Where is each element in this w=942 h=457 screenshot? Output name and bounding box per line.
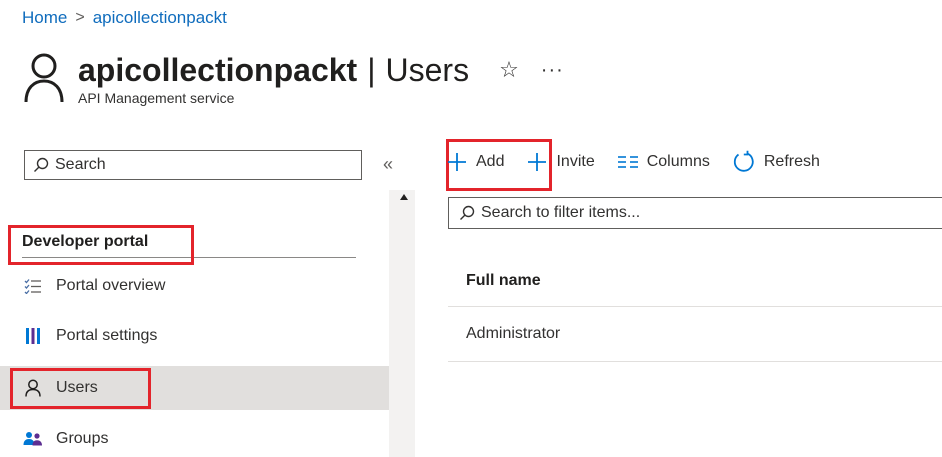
sidebar-search-input[interactable]: Search (24, 150, 362, 180)
breadcrumb: Home > apicollectionpackt (22, 8, 227, 28)
filter-placeholder: Search to filter items... (481, 204, 641, 221)
section-title-developer-portal: Developer portal (22, 233, 149, 250)
sidebar-item-groups[interactable]: Groups (0, 417, 389, 457)
breadcrumb-home[interactable]: Home (22, 8, 67, 28)
command-bar: Add Invite Columns Refresh (446, 150, 842, 174)
search-icon (34, 157, 49, 172)
refresh-icon (733, 150, 754, 172)
more-icon[interactable]: ··· (541, 59, 564, 82)
page-title: apicollectionpackt (78, 52, 358, 88)
checklist-icon (22, 275, 44, 297)
invite-button-label: Invite (556, 153, 595, 170)
plus-icon (448, 153, 466, 171)
columns-icon (617, 156, 638, 168)
collapse-sidebar-button[interactable]: « (383, 154, 393, 175)
scroll-up-arrow-icon[interactable] (400, 194, 408, 200)
sidebar-scrollbar[interactable] (389, 190, 415, 457)
add-button-label: Add (476, 153, 505, 170)
plus-icon (528, 153, 547, 171)
user-outline-icon (24, 53, 64, 103)
page-subtitle-section: Users (385, 52, 470, 88)
invite-button[interactable]: Invite (526, 151, 595, 173)
service-type-label: API Management service (78, 90, 235, 106)
sidebar-item-label: Portal overview (56, 277, 166, 294)
add-button[interactable]: Add (446, 151, 504, 173)
groups-icon (22, 428, 44, 450)
star-icon[interactable]: ☆ (499, 57, 519, 83)
column-header-full-name[interactable]: Full name (448, 255, 942, 307)
table-row[interactable]: Administrator (448, 308, 942, 362)
title-separator: | (367, 52, 376, 88)
breadcrumb-current[interactable]: apicollectionpackt (93, 8, 227, 28)
sidebar: Search « Developer portal Portal overvie… (0, 130, 415, 457)
refresh-button-label: Refresh (763, 153, 820, 170)
sidebar-item-label: Portal settings (56, 327, 158, 344)
user-icon (22, 377, 44, 399)
section-divider (22, 257, 356, 258)
settings-bars-icon (22, 325, 44, 347)
table-cell-full-name[interactable]: Administrator (466, 325, 560, 342)
sidebar-search-placeholder: Search (55, 156, 106, 173)
breadcrumb-separator: > (75, 9, 85, 26)
columns-button-label: Columns (646, 153, 710, 170)
sidebar-item-users[interactable]: Users (0, 366, 389, 410)
page-header: apicollectionpackt | Users ☆ ··· API Man… (22, 50, 564, 106)
sidebar-item-portal-settings[interactable]: Portal settings (0, 314, 389, 358)
sidebar-item-label: Users (56, 379, 98, 396)
search-icon (460, 205, 475, 220)
sidebar-item-label: Groups (56, 430, 109, 447)
filter-items-input[interactable]: Search to filter items... (448, 197, 942, 229)
refresh-button[interactable]: Refresh (732, 150, 820, 174)
columns-button[interactable]: Columns (617, 153, 710, 171)
sidebar-item-portal-overview[interactable]: Portal overview (0, 264, 389, 308)
